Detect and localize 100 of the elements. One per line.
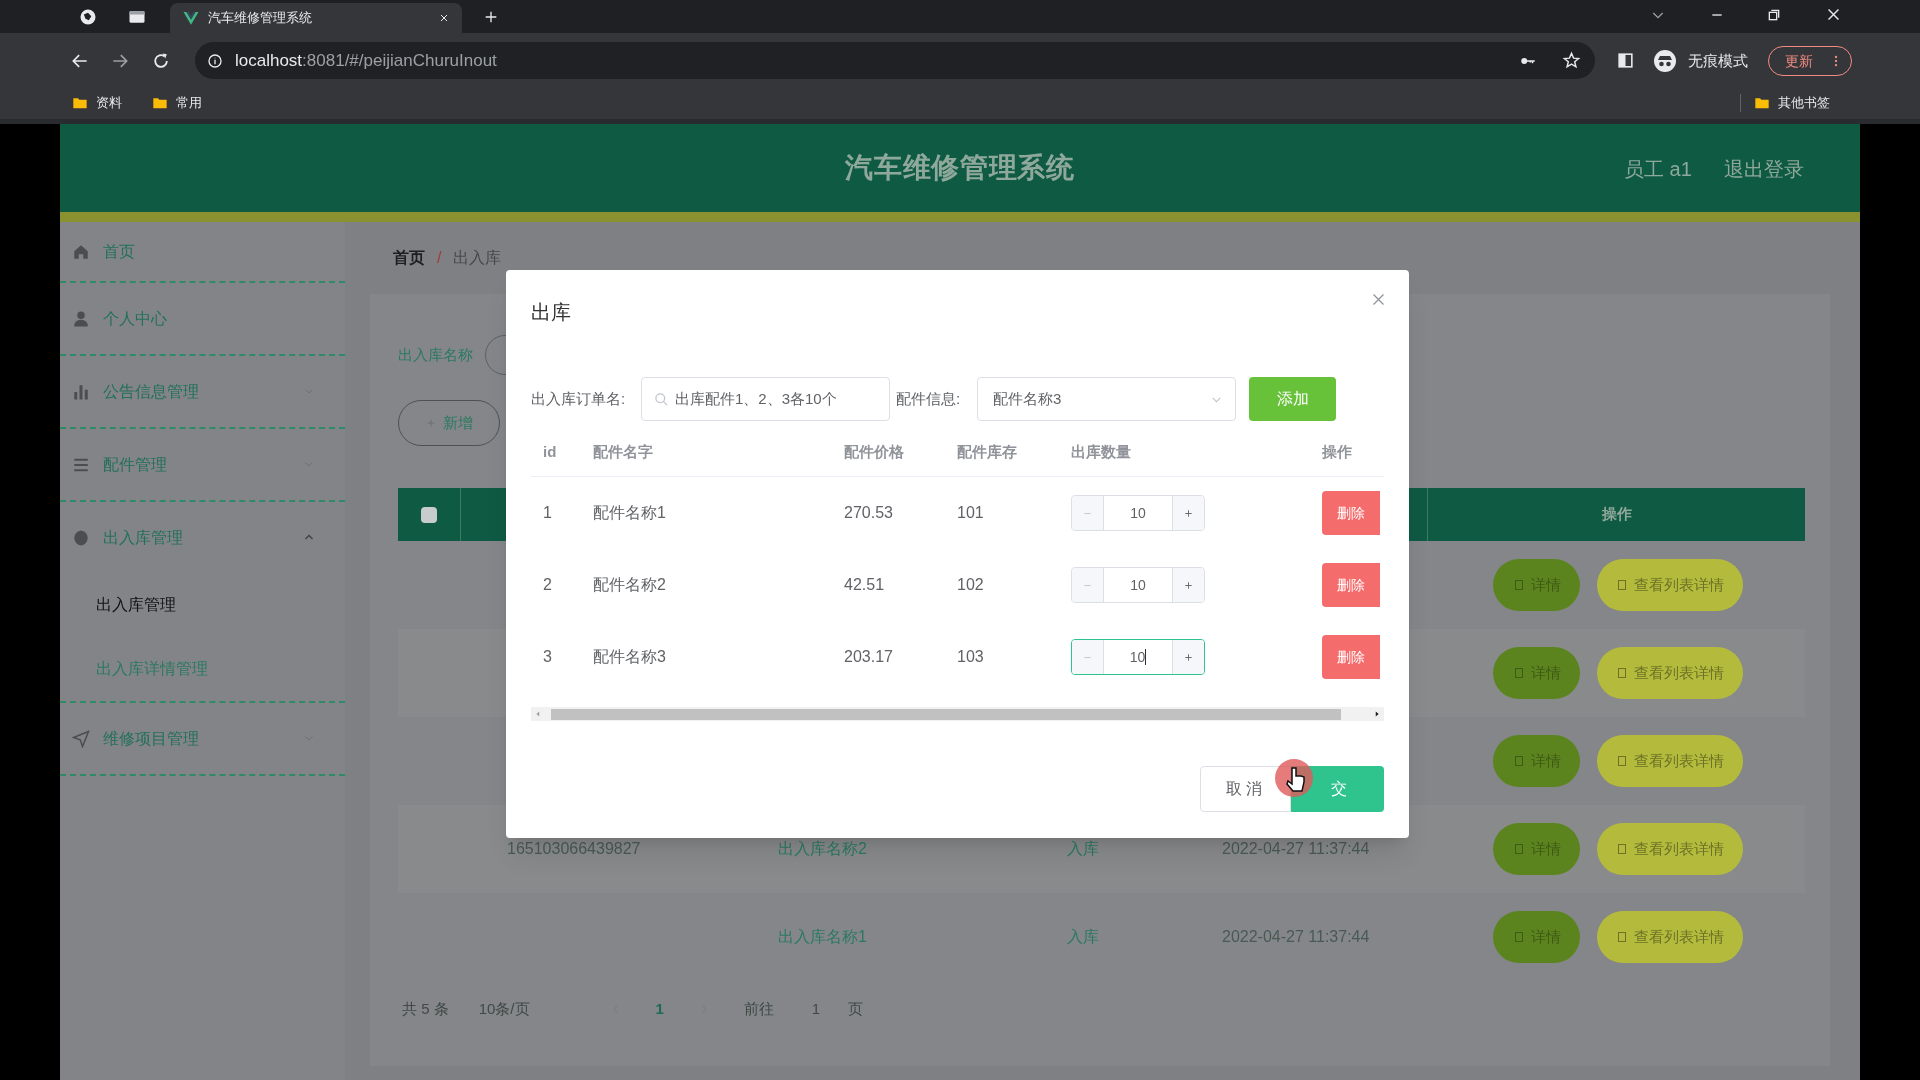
column-header: 操作 bbox=[1322, 442, 1352, 460]
user-name: 员工 a1 bbox=[1624, 157, 1692, 182]
new-tab-icon[interactable] bbox=[483, 9, 499, 25]
reload-icon[interactable] bbox=[151, 51, 171, 71]
document-icon bbox=[1616, 755, 1628, 767]
menu-item[interactable]: 配件管理 bbox=[60, 429, 345, 500]
document-icon bbox=[1512, 667, 1525, 679]
scrollbar[interactable] bbox=[531, 707, 1384, 721]
view-list-button[interactable]: 查看列表详情 bbox=[1597, 647, 1743, 699]
document-icon bbox=[1616, 931, 1628, 943]
select-all-checkbox[interactable] bbox=[421, 506, 437, 523]
submenu-item[interactable]: 出入库管理 bbox=[60, 573, 345, 637]
page-number[interactable]: 1 bbox=[655, 997, 664, 1021]
view-list-button[interactable]: 查看列表详情 bbox=[1597, 559, 1743, 611]
add-button[interactable]: 添加 bbox=[1249, 377, 1336, 421]
document-icon bbox=[1512, 931, 1525, 943]
view-list-button[interactable]: 查看列表详情 bbox=[1597, 911, 1743, 963]
page-size-select[interactable]: 10条/页 bbox=[478, 997, 530, 1021]
browser-tab[interactable]: 汽车维修管理系统 bbox=[170, 3, 462, 33]
view-list-button[interactable]: 查看列表详情 bbox=[1597, 735, 1743, 787]
table-cell: 入库 bbox=[1067, 928, 1099, 945]
send-icon bbox=[72, 729, 90, 748]
view-list-button[interactable]: 查看列表详情 bbox=[1597, 823, 1743, 875]
plus-icon[interactable] bbox=[1183, 651, 1194, 663]
table-cell: 配件名称3 bbox=[593, 648, 666, 665]
document-icon bbox=[1512, 843, 1525, 855]
delete-button[interactable]: 删除 bbox=[1322, 563, 1380, 607]
table-cell: 3 bbox=[543, 648, 552, 665]
delete-button[interactable]: 删除 bbox=[1322, 635, 1380, 679]
profile-label: 无痕模式 bbox=[1688, 51, 1748, 71]
restore-icon[interactable] bbox=[1766, 7, 1782, 23]
column-header: 操作 bbox=[1601, 504, 1632, 525]
column-header: 配件库存 bbox=[957, 442, 1017, 460]
url-text: localhost:8081/#/peijianChuruInout bbox=[235, 49, 497, 72]
table-cell: 42.51 bbox=[844, 576, 885, 593]
table-cell: 270.53 bbox=[844, 504, 893, 521]
bookmark[interactable]: 资料 bbox=[72, 93, 122, 113]
info-icon[interactable] bbox=[207, 52, 223, 69]
menu-item[interactable]: 维修项目管理 bbox=[60, 703, 345, 774]
bookmark[interactable]: 其他书签 bbox=[1754, 93, 1830, 113]
star-icon[interactable] bbox=[1562, 51, 1581, 70]
bookmark[interactable]: 常用 bbox=[152, 93, 202, 113]
table-cell: 入库 bbox=[1067, 840, 1099, 857]
app-title: 汽车维修管理系统 bbox=[845, 151, 1075, 185]
document-icon bbox=[1512, 755, 1525, 767]
search-label: 出入库名称 bbox=[398, 344, 473, 365]
part-select[interactable]: 配件名称3 bbox=[977, 377, 1236, 421]
document-icon bbox=[1616, 843, 1628, 855]
document-icon bbox=[1512, 579, 1525, 591]
table-cell: 2 bbox=[543, 576, 552, 593]
menu-item[interactable]: 个人中心 bbox=[60, 283, 345, 354]
table-cell: 203.17 bbox=[844, 648, 893, 665]
column-header: 配件价格 bbox=[844, 442, 904, 460]
quantity-stepper[interactable]: 10 bbox=[1071, 567, 1205, 603]
table-cell: 103 bbox=[957, 648, 984, 665]
dialog-title: 出库 bbox=[531, 300, 571, 325]
menu-item[interactable]: 公告信息管理 bbox=[60, 356, 345, 427]
table-cell: 2022-04-27 11:37:44 bbox=[1222, 928, 1370, 945]
quantity-stepper[interactable]: 10 bbox=[1071, 495, 1205, 531]
cursor-icon bbox=[1274, 758, 1314, 798]
goto-label: 前往 bbox=[743, 998, 774, 1019]
plus-icon[interactable] bbox=[1183, 507, 1194, 519]
column-header: id bbox=[543, 442, 557, 460]
document-icon bbox=[1616, 579, 1628, 591]
order-name-field[interactable]: 出库配件1、2、3各10个 bbox=[641, 377, 890, 421]
table-cell: 101 bbox=[957, 504, 984, 521]
table-cell: 2022-04-27 11:37:44 bbox=[1222, 840, 1370, 857]
submenu-item[interactable]: 出入库详情管理 bbox=[60, 637, 345, 701]
table-cell: 出入库名称2 bbox=[778, 840, 867, 857]
breadcrumb-separator: / bbox=[437, 248, 442, 268]
address-bar[interactable]: localhost:8081/#/peijianChuruInout bbox=[195, 42, 1595, 79]
page-unit-label: 页 bbox=[847, 998, 863, 1019]
quantity-stepper[interactable]: 10 bbox=[1071, 639, 1205, 675]
logout-link[interactable]: 退出登录 bbox=[1724, 154, 1804, 184]
user-icon bbox=[72, 309, 90, 328]
breadcrumb-item[interactable]: 首页 bbox=[393, 246, 425, 270]
delete-button[interactable]: 删除 bbox=[1322, 491, 1380, 535]
globe-icon[interactable] bbox=[78, 7, 98, 27]
table-cell: 102 bbox=[957, 576, 984, 593]
tab-title: 汽车维修管理系统 bbox=[208, 9, 312, 28]
total-count: 共 5 条 bbox=[402, 998, 449, 1019]
field-label: 出入库订单名: bbox=[531, 388, 627, 409]
table-cell: 配件名称2 bbox=[593, 576, 666, 593]
document-icon bbox=[1616, 667, 1628, 679]
plus-icon[interactable] bbox=[1183, 579, 1194, 591]
v-logo-icon bbox=[182, 9, 200, 27]
table-cell: 1 bbox=[543, 504, 552, 521]
close-icon[interactable] bbox=[438, 12, 450, 24]
incognito-icon[interactable] bbox=[1653, 49, 1677, 73]
goto-page-field[interactable]: 1 bbox=[803, 997, 828, 1021]
menu-item[interactable]: 首页 bbox=[60, 222, 345, 281]
search-icon bbox=[654, 391, 669, 407]
table-cell: 165103066439827 bbox=[507, 840, 641, 857]
sidebar-icon[interactable] bbox=[1616, 51, 1635, 70]
column-header: 出库数量 bbox=[1071, 442, 1131, 460]
column-header: 配件名字 bbox=[593, 442, 653, 460]
bar-chart-icon bbox=[72, 382, 90, 401]
field-label: 配件信息: bbox=[896, 388, 962, 409]
menu-item[interactable]: 出入库管理 bbox=[60, 502, 345, 573]
table-cell: 出入库名称1 bbox=[778, 928, 867, 945]
